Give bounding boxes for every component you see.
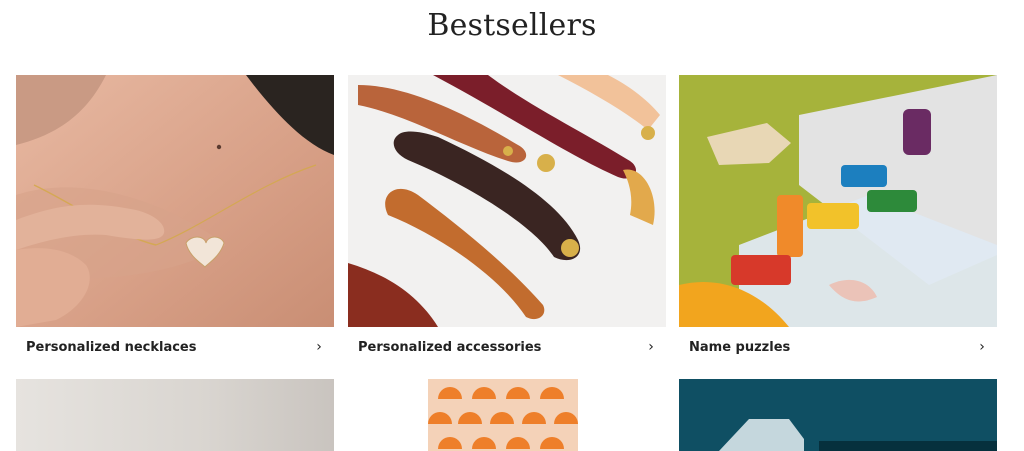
card-personalized-necklaces[interactable]: Personalized necklaces ›: [16, 75, 334, 365]
next-row-card-2-image[interactable]: [348, 379, 666, 451]
chevron-right-icon: ›: [316, 339, 322, 355]
next-row-card-3-image[interactable]: [679, 379, 997, 451]
card-name-puzzles[interactable]: Name puzzles ›: [679, 75, 997, 365]
necklace-image: [16, 75, 334, 327]
card-label: Personalized accessories: [358, 339, 542, 355]
card-label-row[interactable]: Name puzzles ›: [679, 327, 997, 367]
card-label: Name puzzles: [689, 339, 791, 355]
card-label: Personalized necklaces: [26, 339, 197, 355]
name-puzzles-image: [679, 75, 997, 327]
chevron-right-icon: ›: [979, 339, 985, 355]
section-title: Bestsellers: [427, 8, 597, 43]
card-label-row[interactable]: Personalized accessories ›: [348, 327, 666, 367]
card-label-row[interactable]: Personalized necklaces ›: [16, 327, 334, 367]
card-personalized-accessories[interactable]: Personalized accessories ›: [348, 75, 666, 365]
next-row-card-1-image[interactable]: [16, 379, 334, 451]
accessories-image: [348, 75, 666, 327]
pattern-image: [428, 379, 578, 451]
chevron-right-icon: ›: [648, 339, 654, 355]
